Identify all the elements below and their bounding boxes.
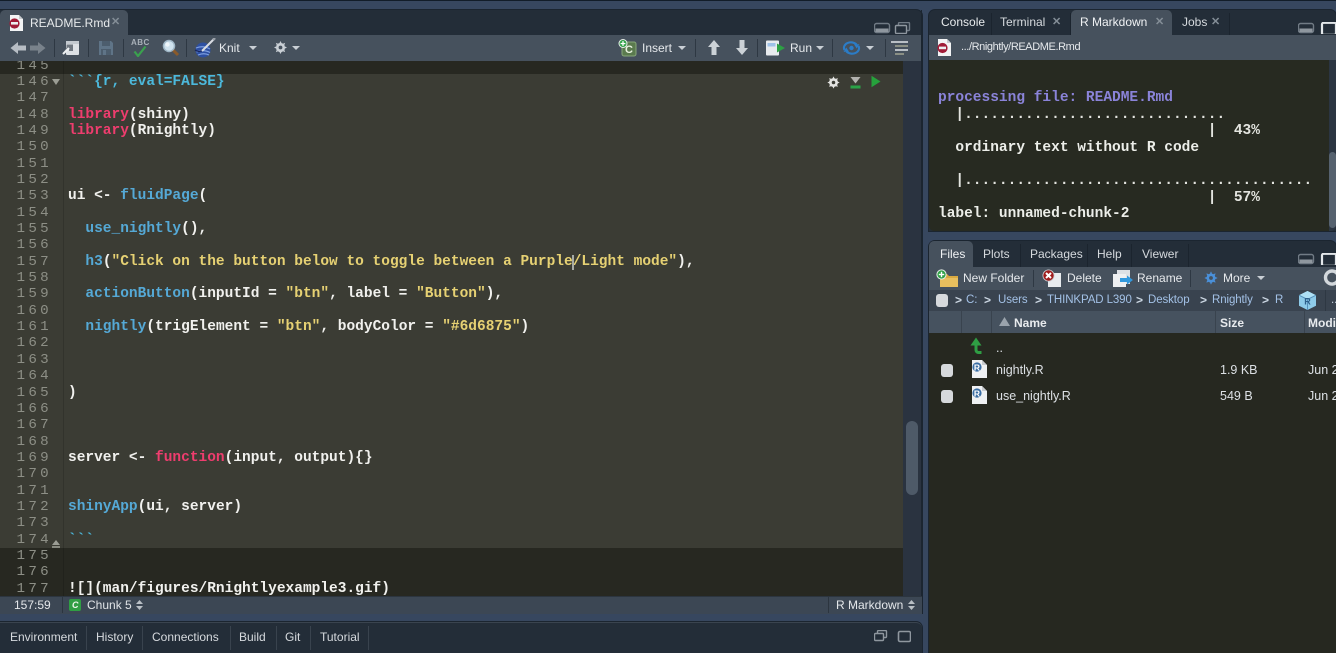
svg-text:R: R [1304, 297, 1311, 307]
svg-text:R: R [974, 362, 980, 372]
svg-text:R: R [974, 388, 980, 398]
